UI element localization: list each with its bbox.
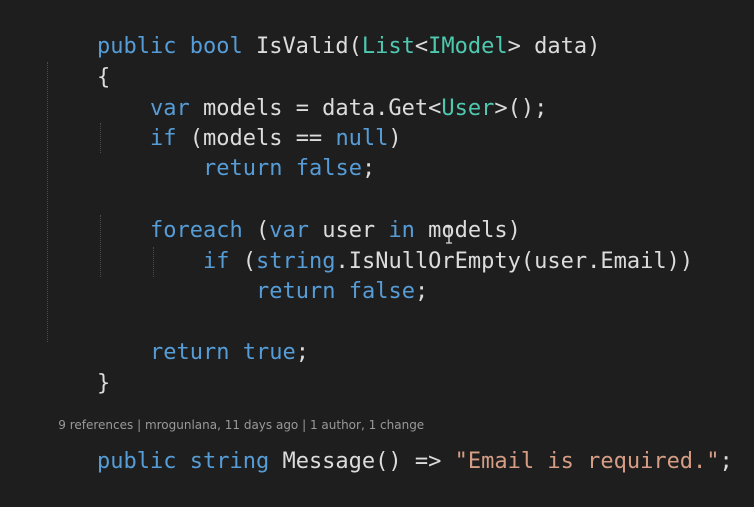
parameter-rest: > data): [507, 34, 601, 59]
keyword-return: return: [149, 340, 230, 365]
type-list: List: [361, 34, 415, 59]
keyword-string: string: [189, 449, 270, 474]
type-imodel: IModel: [428, 34, 508, 59]
code-line-method-signature[interactable]: public bool IsValid(List<IModel> data): [44, 2, 600, 59]
semicolon: ;: [414, 279, 429, 304]
keyword-return: return: [255, 279, 336, 304]
keyword-false: false: [348, 279, 415, 304]
code-line-foreach[interactable]: foreach (var user in models): [97, 186, 521, 243]
indent-guide: [47, 62, 48, 342]
code-editor[interactable]: public bool IsValid(List<IModel> data) {…: [0, 0, 754, 474]
code-line-open-brace[interactable]: {: [44, 33, 110, 90]
condition-end: ): [388, 126, 402, 151]
method-signature-text: Message() =>: [269, 449, 455, 474]
code-line-return-true[interactable]: return true;: [97, 308, 309, 365]
keyword-return: return: [202, 156, 283, 181]
type-user: User: [441, 96, 495, 121]
semicolon: ;: [295, 340, 309, 365]
keyword-true: true: [242, 340, 296, 365]
code-line-close-brace[interactable]: }: [44, 339, 110, 396]
generic-open: <: [414, 34, 429, 59]
code-line-return-false-2[interactable]: return false;: [203, 247, 428, 304]
statement-end: >();: [494, 96, 548, 121]
code-line-var-models[interactable]: var models = data.Get<User>();: [97, 64, 547, 121]
semicolon: ;: [719, 449, 733, 474]
code-line-if-null[interactable]: if (models == null): [97, 94, 402, 151]
code-line-if-isnullorempty[interactable]: if (string.IsNullOrEmpty(user.Email)): [150, 217, 693, 274]
semicolon: ;: [361, 156, 376, 181]
code-line-return-false-1[interactable]: return false;: [150, 124, 375, 181]
method-name: IsValid(: [242, 34, 362, 59]
close-brace: }: [96, 371, 111, 396]
keyword-public: public: [96, 449, 177, 474]
string-literal: "Email is required.": [454, 449, 720, 474]
code-line-message-method[interactable]: public string Message() => "Email is req…: [44, 417, 733, 474]
keyword-false: false: [295, 156, 362, 181]
i-beam-cursor-icon: [446, 226, 452, 244]
keyword-bool: bool: [189, 34, 243, 59]
code-lens: 9 references | mrogunlana, 11 days ago |…: [43, 401, 424, 432]
